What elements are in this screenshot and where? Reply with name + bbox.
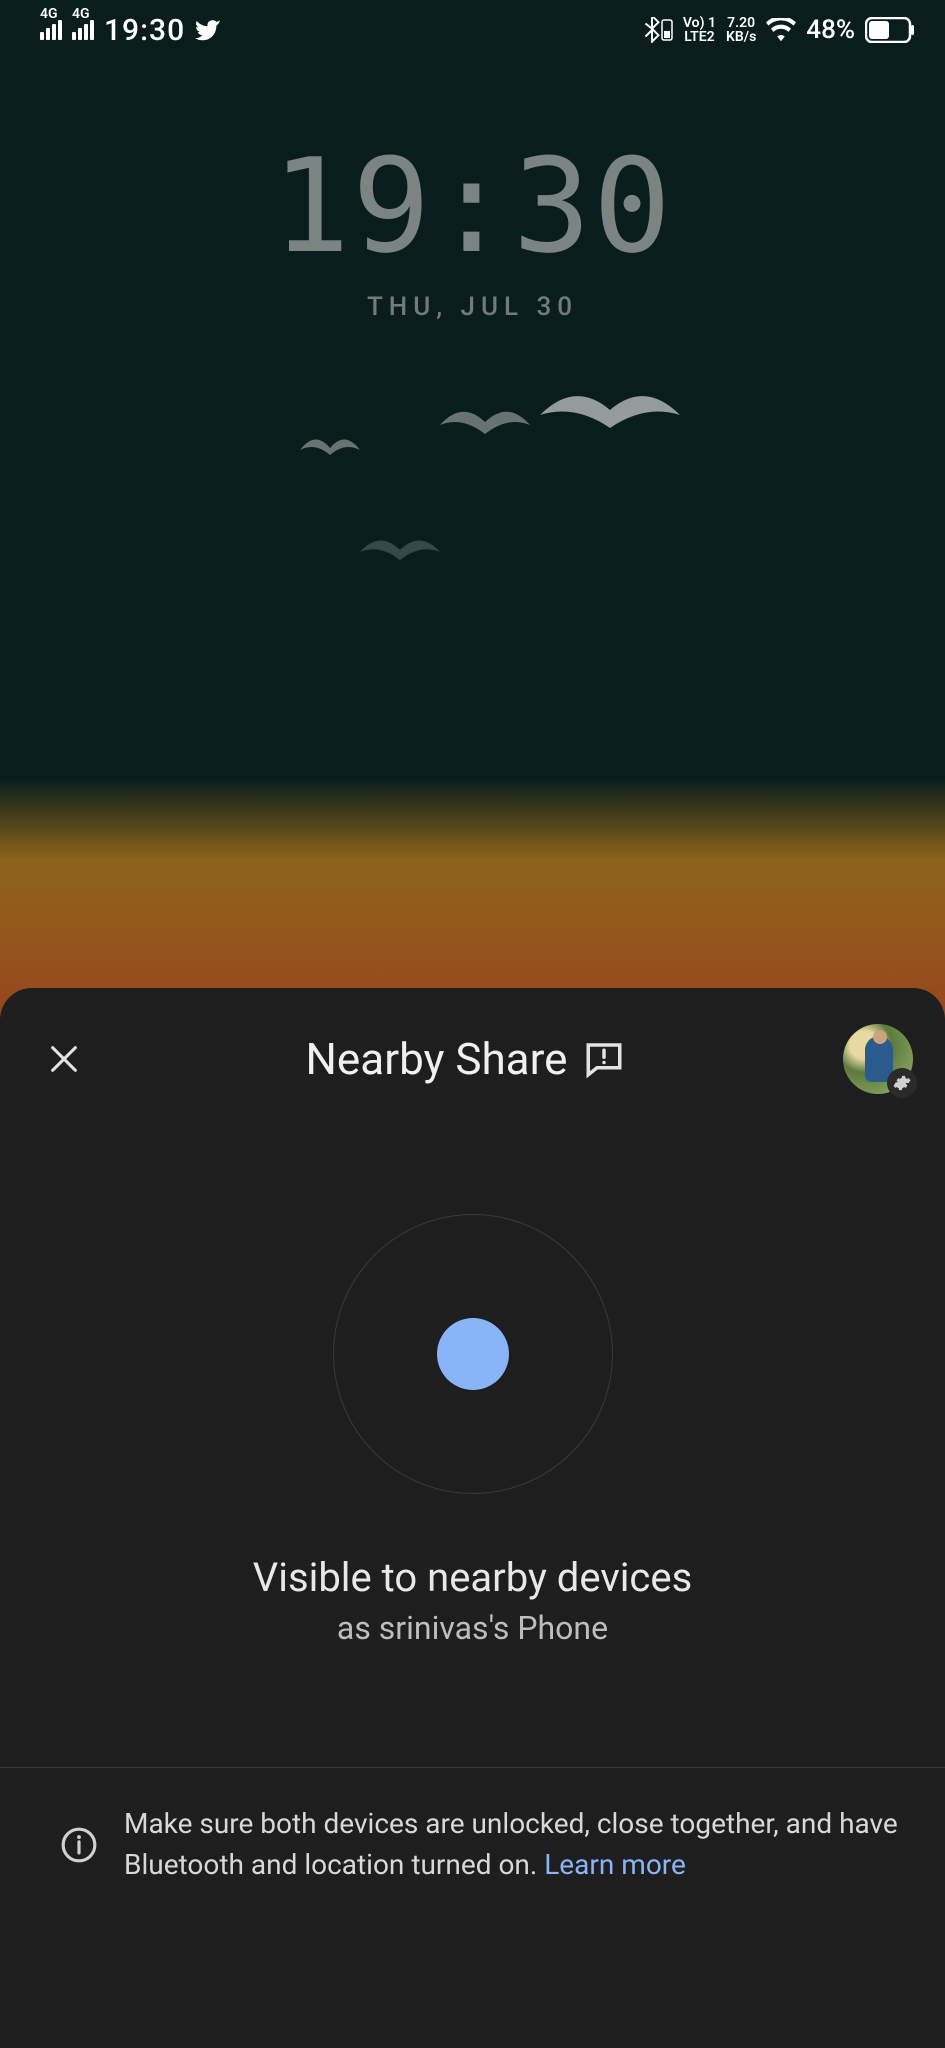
info-text: Make sure both devices are unlocked, clo… xyxy=(124,1804,901,1885)
settings-gear-icon[interactable] xyxy=(887,1068,917,1098)
status-clock: 19:30 xyxy=(104,13,185,48)
learn-more-link[interactable]: Learn more xyxy=(544,1848,686,1881)
close-button[interactable] xyxy=(40,1035,88,1083)
radar-dot-icon xyxy=(437,1318,509,1390)
feedback-icon[interactable] xyxy=(583,1038,625,1080)
scanning-radar xyxy=(333,1214,613,1494)
network-speed: 7.20 KB/s xyxy=(726,16,756,44)
lock-time: 19:30 xyxy=(0,130,945,282)
battery-percentage: 48% xyxy=(806,15,855,45)
signal-2-icon: 4G xyxy=(72,20,94,40)
nearby-share-sheet: Nearby Share Visible to nearby devices a… xyxy=(0,988,945,2048)
signal-1-icon: 4G xyxy=(40,20,62,40)
lock-clock: 19:30 THU, JUL 30 xyxy=(0,130,945,322)
visibility-title: Visible to nearby devices xyxy=(40,1554,905,1601)
lock-date: THU, JUL 30 xyxy=(0,292,945,322)
wifi-icon xyxy=(766,18,796,42)
visibility-subtitle: as srinivas's Phone xyxy=(40,1609,905,1647)
twitter-icon xyxy=(195,17,221,43)
status-bar: 4G 4G 19:30 Vo) 1 LTE2 7.20 KB/s 48% xyxy=(0,0,945,60)
battery-icon xyxy=(865,17,915,43)
account-avatar[interactable] xyxy=(843,1024,913,1094)
info-icon xyxy=(60,1826,98,1864)
sheet-title: Nearby Share xyxy=(306,1033,568,1085)
network-label: Vo) 1 LTE2 xyxy=(683,16,716,44)
bluetooth-icon xyxy=(643,17,673,43)
